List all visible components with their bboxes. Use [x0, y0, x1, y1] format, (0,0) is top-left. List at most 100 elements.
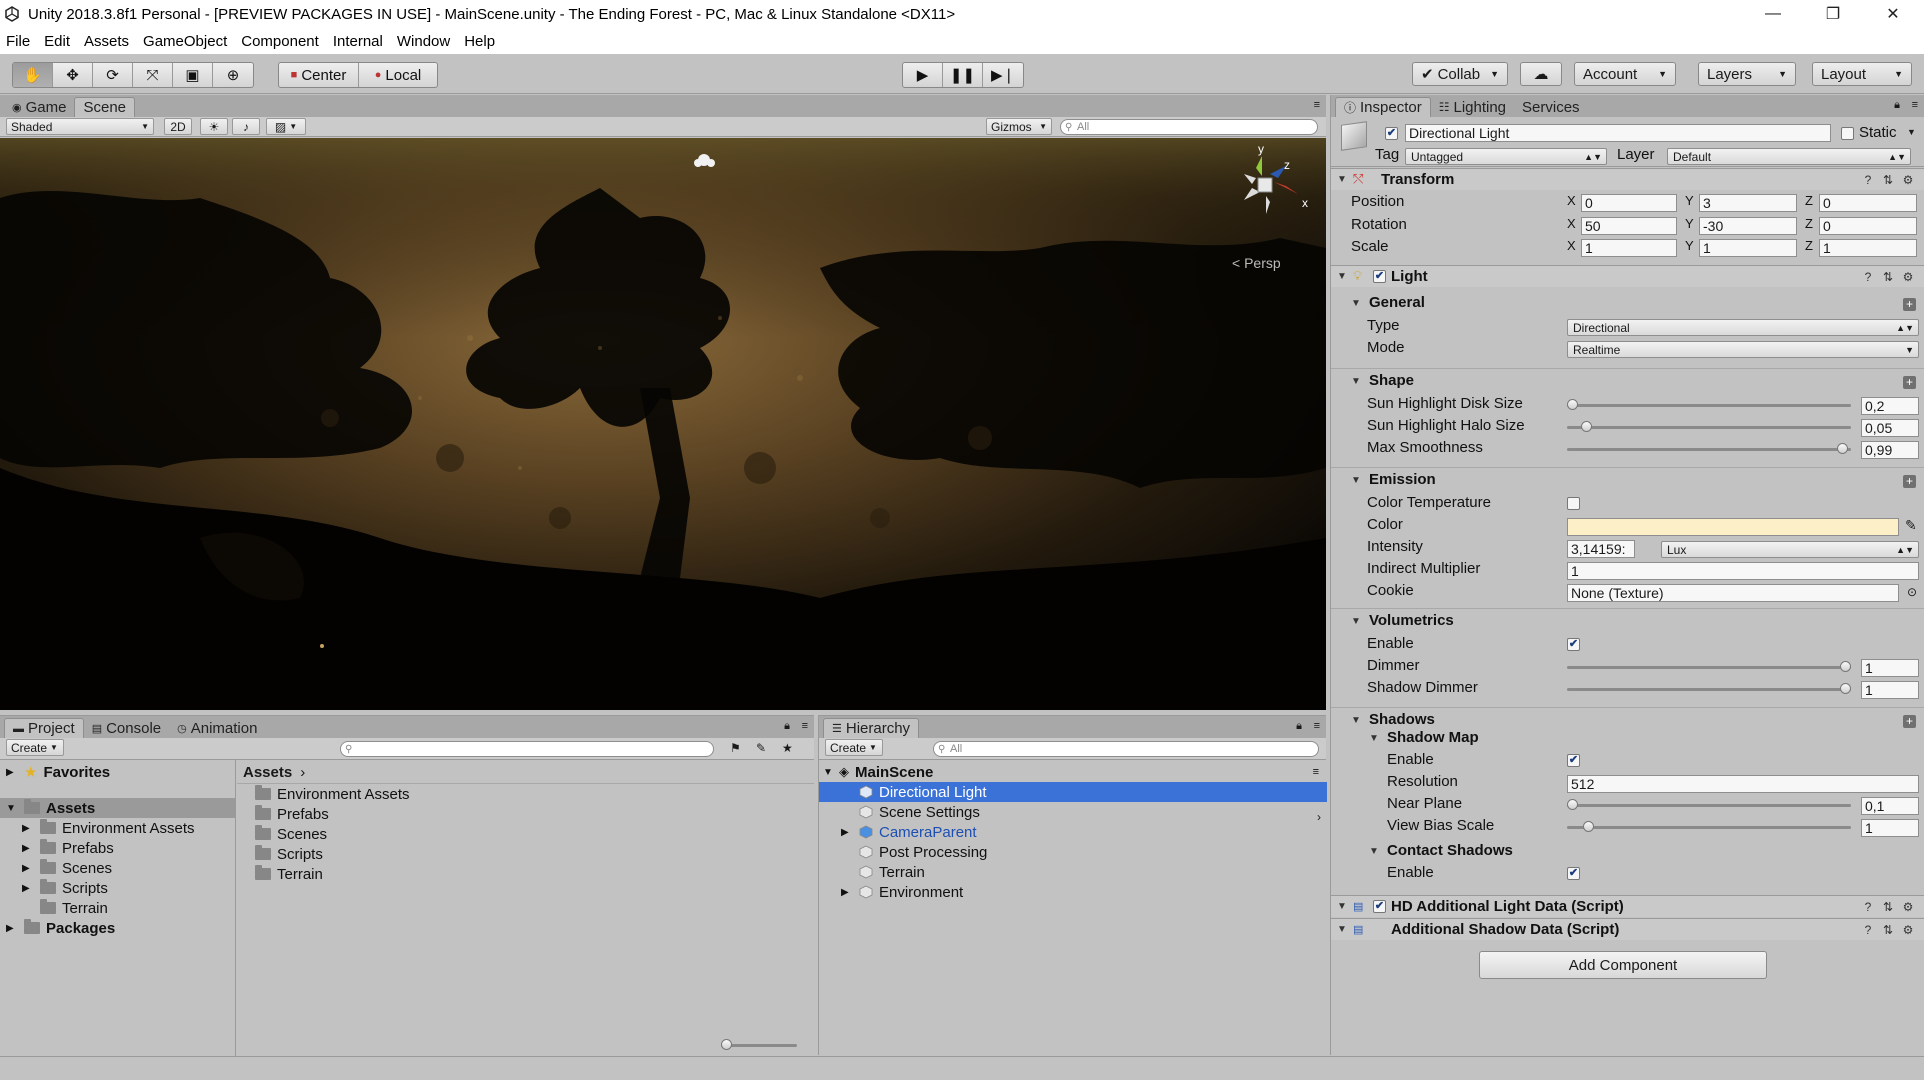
- lock-icon[interactable]: 🔒︎: [784, 720, 790, 733]
- light-foldout-icon[interactable]: ▼: [1337, 271, 1347, 282]
- tree-item-scenes[interactable]: ▶ Scenes: [0, 858, 235, 878]
- near-plane-field[interactable]: 0,1: [1861, 797, 1919, 815]
- hierarchy-item[interactable]: ▶ Environment: [819, 882, 1327, 902]
- shadow-data-header[interactable]: ▼ ▤ Additional Shadow Data (Script) ? ⇅ …: [1331, 918, 1924, 940]
- rotate-tool-button[interactable]: ⟳: [93, 63, 133, 87]
- layout-dropdown[interactable]: Layout ▼: [1812, 62, 1912, 86]
- view-bias-slider[interactable]: [1567, 819, 1851, 835]
- mode-dropdown[interactable]: Realtime ▼: [1567, 341, 1919, 358]
- emission-plus-icon[interactable]: +: [1903, 475, 1916, 488]
- hierarchy-item[interactable]: Terrain: [819, 862, 1327, 882]
- disk-size-field[interactable]: 0,2: [1861, 397, 1919, 415]
- object-active-checkbox[interactable]: ✔: [1385, 127, 1398, 140]
- rotation-x-field[interactable]: 50: [1581, 217, 1677, 235]
- general-plus-icon[interactable]: +: [1903, 298, 1916, 311]
- tab-lighting[interactable]: ☷ Lighting: [1431, 97, 1514, 117]
- near-plane-slider-thumb[interactable]: [1567, 799, 1578, 810]
- tree-item-terrain[interactable]: Terrain: [0, 898, 235, 918]
- close-button[interactable]: ✕: [1864, 0, 1922, 28]
- static-checkbox[interactable]: [1841, 127, 1854, 140]
- smooth-slider-thumb[interactable]: [1837, 443, 1849, 454]
- favorite-star-icon[interactable]: ★: [782, 741, 793, 755]
- step-button[interactable]: ▶❘: [983, 63, 1023, 87]
- tab-animation[interactable]: ◷ Animation: [169, 718, 265, 738]
- shadows-plus-icon[interactable]: +: [1903, 715, 1916, 728]
- tree-item-scripts[interactable]: ▶ Scripts: [0, 878, 235, 898]
- menu-assets[interactable]: Assets: [84, 33, 129, 50]
- scale-y-field[interactable]: 1: [1699, 239, 1797, 257]
- tree-assets[interactable]: ▼ Assets: [0, 798, 235, 818]
- tree-item-prefabs[interactable]: ▶ Prefabs: [0, 838, 235, 858]
- persp-toggle[interactable]: < Persp: [1232, 255, 1281, 271]
- color-temperature-checkbox[interactable]: [1567, 497, 1580, 510]
- shape-foldout-icon[interactable]: ▼: [1351, 376, 1361, 387]
- settings-gear-icon[interactable]: ⚙: [1901, 900, 1915, 914]
- lighting-toggle[interactable]: ☀: [200, 118, 228, 135]
- file-environment-assets[interactable]: Environment Assets: [237, 784, 814, 804]
- expand-right-arrow-icon[interactable]: ›: [1317, 810, 1321, 824]
- hd-light-data-checkbox[interactable]: ✔: [1373, 900, 1386, 913]
- layer-dropdown[interactable]: Default ▲▼: [1667, 148, 1911, 165]
- resolution-field[interactable]: 512: [1567, 775, 1919, 793]
- scene-search-input[interactable]: ⚲ All: [1060, 119, 1318, 135]
- shadow-map-foldout-icon[interactable]: ▼: [1369, 733, 1379, 744]
- preset-icon[interactable]: ⇅: [1881, 270, 1895, 284]
- shadow-dimmer-slider[interactable]: [1567, 681, 1851, 697]
- hand-tool-button[interactable]: ✋: [13, 63, 53, 87]
- expand-arrow-icon[interactable]: ▶: [841, 887, 853, 898]
- light-enabled-checkbox[interactable]: ✔: [1373, 270, 1386, 283]
- file-scenes[interactable]: Scenes: [237, 824, 814, 844]
- expand-arrow-icon[interactable]: ▼: [6, 803, 18, 814]
- file-scripts[interactable]: Scripts: [237, 844, 814, 864]
- help-icon[interactable]: ?: [1861, 173, 1875, 187]
- tab-game[interactable]: ◉ Game: [4, 97, 74, 117]
- restore-button[interactable]: ❐: [1804, 0, 1862, 28]
- transform-tool-button[interactable]: ⊕: [213, 63, 253, 87]
- indirect-multiplier-field[interactable]: 1: [1567, 562, 1919, 580]
- transform-foldout-icon[interactable]: ▼: [1337, 174, 1347, 185]
- cloud-button[interactable]: ☁: [1520, 62, 1562, 86]
- layers-dropdown[interactable]: Layers ▼: [1698, 62, 1796, 86]
- scene-menu-icon[interactable]: ≡: [1313, 766, 1319, 778]
- play-button[interactable]: ▶: [903, 63, 943, 87]
- settings-gear-icon[interactable]: ⚙: [1901, 173, 1915, 187]
- halo-size-field[interactable]: 0,05: [1861, 419, 1919, 437]
- effects-dropdown[interactable]: ▨ ▼: [266, 118, 306, 135]
- scale-tool-button[interactable]: ⤧: [133, 63, 173, 87]
- collab-dropdown[interactable]: ✔ Collab ▼: [1412, 62, 1508, 86]
- hd-light-data-header[interactable]: ▼ ▤ ✔ HD Additional Light Data (Script) …: [1331, 895, 1924, 917]
- tree-item-environment-assets[interactable]: ▶ Environment Assets: [0, 818, 235, 838]
- object-name-field[interactable]: Directional Light: [1405, 124, 1831, 142]
- position-x-field[interactable]: 0: [1581, 194, 1677, 212]
- panel-menu-icon[interactable]: ≡: [1314, 99, 1320, 111]
- dimmer-slider-thumb[interactable]: [1840, 661, 1851, 672]
- position-z-field[interactable]: 0: [1819, 194, 1917, 212]
- volumetrics-foldout-icon[interactable]: ▼: [1351, 616, 1361, 627]
- tag-dropdown[interactable]: Untagged ▲▼: [1405, 148, 1607, 165]
- transform-header[interactable]: ▼ ⤲ Transform ? ⇅ ⚙: [1331, 168, 1924, 190]
- color-swatch[interactable]: [1567, 518, 1899, 536]
- preset-icon[interactable]: ⇅: [1881, 900, 1895, 914]
- move-tool-button[interactable]: ✥: [53, 63, 93, 87]
- position-y-field[interactable]: 3: [1699, 194, 1797, 212]
- filter-type-icon[interactable]: ⚑: [730, 741, 741, 755]
- expand-arrow-icon[interactable]: ▼: [823, 767, 835, 778]
- hierarchy-search-input[interactable]: ⚲ All: [933, 741, 1319, 757]
- halo-slider-thumb[interactable]: [1580, 421, 1592, 432]
- cookie-field[interactable]: None (Texture): [1567, 584, 1899, 602]
- scene-root[interactable]: ▼ ◈ MainScene ≡: [819, 762, 1327, 782]
- shading-dropdown[interactable]: Shaded ▼: [6, 118, 154, 135]
- tab-services[interactable]: Services: [1514, 97, 1588, 117]
- halo-size-slider[interactable]: [1567, 419, 1851, 435]
- tab-inspector[interactable]: ⓘ Inspector: [1335, 97, 1431, 117]
- disk-size-slider[interactable]: [1567, 397, 1851, 413]
- menu-file[interactable]: File: [6, 33, 30, 50]
- account-dropdown[interactable]: Account ▼: [1574, 62, 1676, 86]
- tab-hierarchy[interactable]: ☰ Hierarchy: [823, 718, 920, 738]
- scale-x-field[interactable]: 1: [1581, 239, 1677, 257]
- shadow-dimmer-slider-thumb[interactable]: [1840, 683, 1851, 694]
- max-smoothness-slider[interactable]: [1567, 441, 1851, 457]
- intensity-field[interactable]: 3,14159:: [1567, 540, 1635, 558]
- volumetrics-enable-checkbox[interactable]: ✔: [1567, 638, 1580, 651]
- preset-icon[interactable]: ⇅: [1881, 923, 1895, 937]
